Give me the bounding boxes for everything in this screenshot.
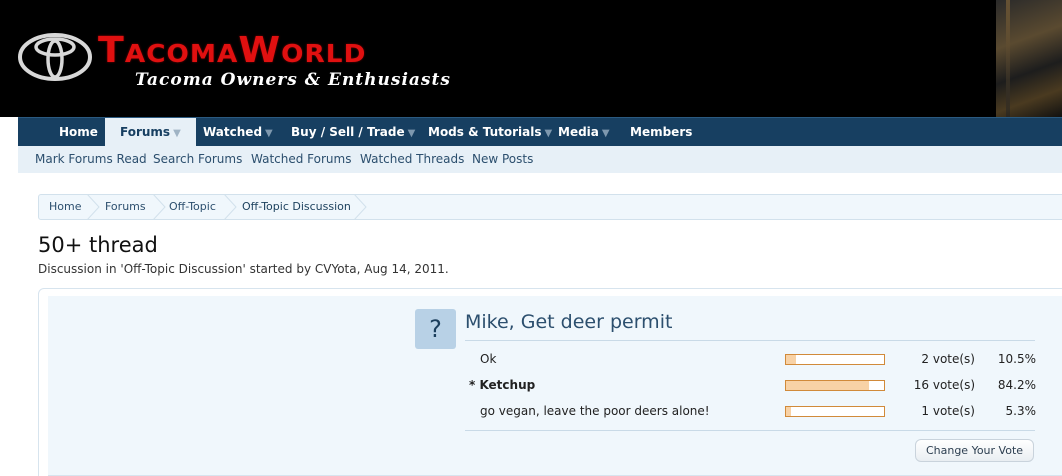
- poll-result-fill: [786, 381, 869, 390]
- poll-option-percent: 10.5%: [997, 352, 1036, 366]
- nav-watched[interactable]: Watched ▼: [203, 118, 273, 147]
- breadcrumb-home[interactable]: Home: [49, 195, 81, 219]
- breadcrumb-separator-icon: [152, 194, 166, 220]
- subnav-mark-forums-read[interactable]: Mark Forums Read: [35, 146, 147, 173]
- chevron-down-icon[interactable]: ▼: [173, 128, 181, 139]
- breadcrumb-separator-icon: [353, 194, 367, 220]
- subnav-new-posts[interactable]: New Posts: [472, 146, 533, 173]
- nav-media[interactable]: Media ▼: [558, 118, 610, 147]
- question-mark-icon: ?: [415, 309, 456, 349]
- subnav-search-forums[interactable]: Search Forums: [153, 146, 242, 173]
- poll-option-votes: 2 vote(s): [921, 352, 975, 366]
- poll-result-bar: [785, 354, 885, 365]
- desc-text: , Aug 14, 2011.: [356, 262, 449, 276]
- poll-divider: [465, 430, 1035, 431]
- site-title[interactable]: TacomaWorld: [98, 30, 366, 71]
- breadcrumb-forums[interactable]: Forums: [105, 195, 146, 219]
- nav-label: Mods & Tutorials: [428, 125, 542, 139]
- breadcrumb-separator-icon: [223, 194, 237, 220]
- poll-option-votes: 16 vote(s): [913, 378, 975, 392]
- author-link[interactable]: CVYota: [315, 262, 357, 276]
- poll-result-fill: [786, 355, 797, 364]
- nav-label: Members: [630, 125, 693, 139]
- nav-buy-sell-trade[interactable]: Buy / Sell / Trade ▼: [291, 118, 415, 147]
- site-header: TacomaWorld Tacoma Owners & Enthusiasts: [0, 0, 1062, 117]
- nav-mods-tutorials[interactable]: Mods & Tutorials ▼: [428, 118, 552, 147]
- breadcrumb-separator-icon: [86, 194, 100, 220]
- change-vote-button[interactable]: Change Your Vote: [915, 439, 1034, 462]
- breadcrumb-off-topic[interactable]: Off-Topic: [169, 195, 216, 219]
- subnav-watched-threads[interactable]: Watched Threads: [360, 146, 464, 173]
- forum-link[interactable]: Off-Topic Discussion: [124, 262, 243, 276]
- chevron-down-icon[interactable]: ▼: [602, 128, 610, 139]
- nav-label: Watched: [203, 125, 263, 139]
- poll-option-label: Ok: [480, 352, 497, 366]
- poll-option-votes: 1 vote(s): [921, 404, 975, 418]
- nav-members[interactable]: Members: [630, 118, 692, 147]
- nav-label: Forums: [120, 125, 171, 139]
- poll-result-fill: [786, 407, 792, 416]
- breadcrumb-off-topic-discussion[interactable]: Off-Topic Discussion: [242, 195, 351, 219]
- site-tagline: Tacoma Owners & Enthusiasts: [135, 70, 451, 90]
- nav-label: Home: [59, 125, 98, 139]
- chevron-down-icon[interactable]: ▼: [265, 128, 273, 139]
- poll-divider: [465, 340, 1035, 341]
- nav-forums[interactable]: Forums ▼: [105, 118, 196, 147]
- poll-option-percent: 5.3%: [1005, 404, 1037, 418]
- thread-title: 50+ thread: [38, 233, 158, 257]
- poll-result-bar: [785, 406, 885, 417]
- breadcrumb: Home Forums Off-Topic Off-Topic Discussi…: [38, 194, 1062, 220]
- thread-description: Discussion in 'Off-Topic Discussion' sta…: [38, 262, 449, 276]
- poll-question: Mike, Get deer permit: [465, 311, 673, 333]
- chevron-down-icon[interactable]: ▼: [545, 128, 553, 139]
- desc-text: Discussion in ': [38, 262, 124, 276]
- poll-option-percent: 84.2%: [997, 378, 1036, 392]
- main-nav: Home Forums ▼ Watched ▼ Buy / Sell / Trade…: [18, 117, 1062, 147]
- header-banner-image: [996, 0, 1062, 117]
- toyota-logo-icon[interactable]: [18, 33, 92, 81]
- nav-label: Buy / Sell / Trade: [291, 125, 405, 139]
- chevron-down-icon[interactable]: ▼: [408, 128, 416, 139]
- subnav-watched-forums[interactable]: Watched Forums: [251, 146, 351, 173]
- forums-subnav: Mark Forums Read Search Forums Watched F…: [18, 146, 1062, 173]
- nav-home[interactable]: Home: [59, 118, 98, 147]
- poll-option-label-voted: * Ketchup: [469, 378, 536, 392]
- desc-text: ' started by: [242, 262, 315, 276]
- nav-label: Media: [558, 125, 599, 139]
- poll-option-label: go vegan, leave the poor deers alone!: [480, 404, 710, 418]
- poll-result-bar: [785, 380, 885, 391]
